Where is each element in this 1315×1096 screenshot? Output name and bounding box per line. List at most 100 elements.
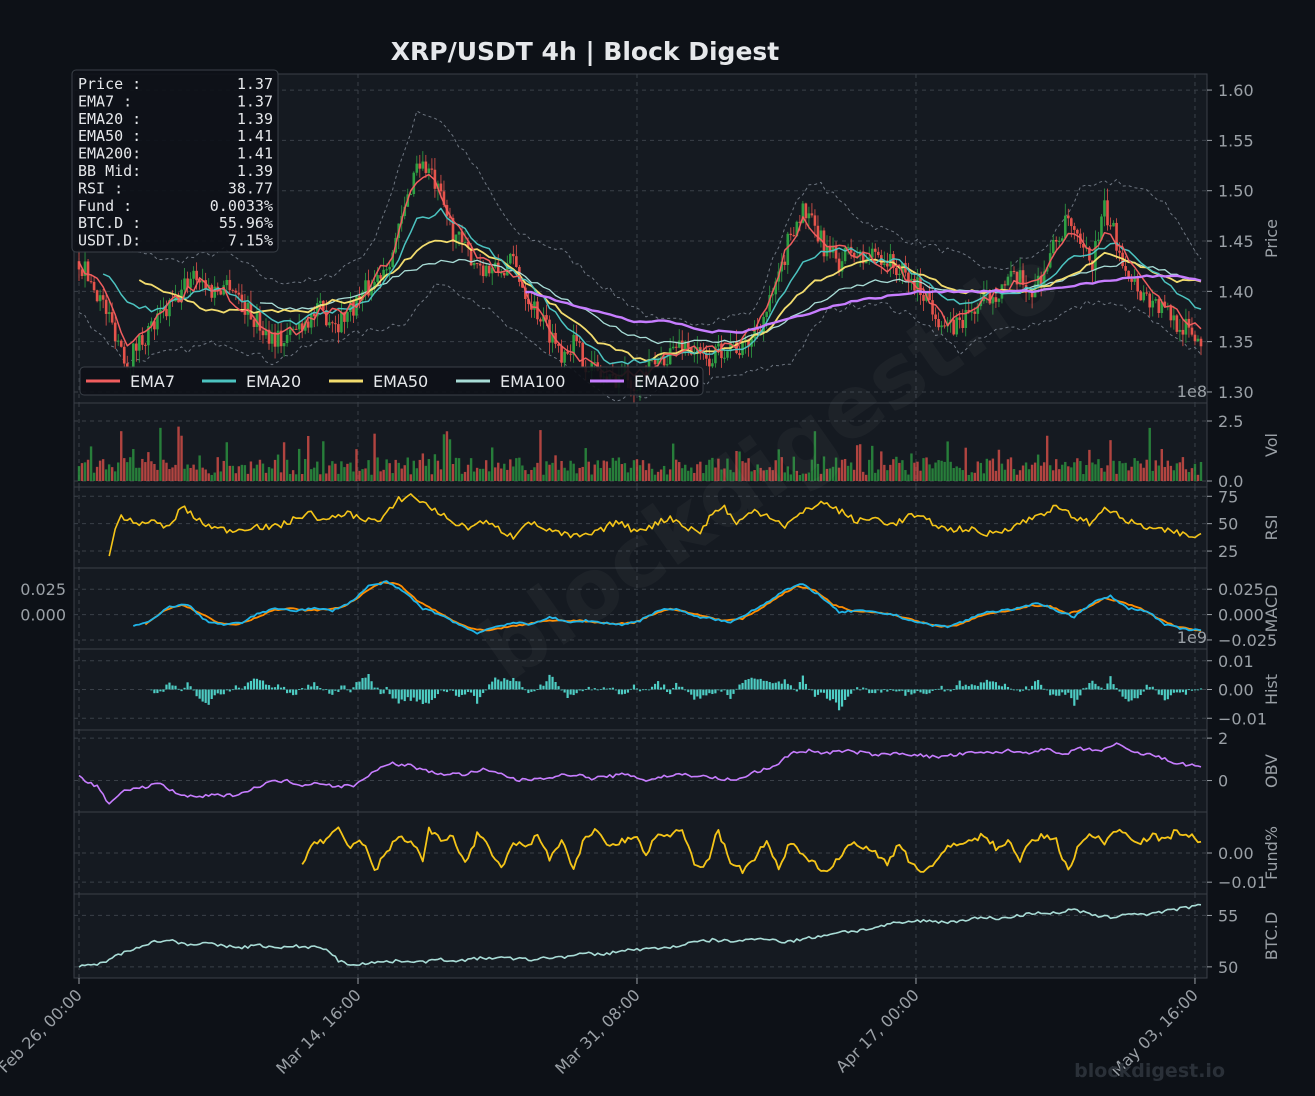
hist-bar xyxy=(1112,684,1115,690)
volume-bar xyxy=(123,458,126,481)
hist-bar xyxy=(270,687,274,690)
hist-bar xyxy=(726,689,729,696)
hist-bar xyxy=(626,689,630,693)
volume-bar xyxy=(1027,469,1031,481)
volume-bar xyxy=(1097,459,1100,481)
volume-bar xyxy=(1112,460,1115,481)
candle-body xyxy=(533,301,536,310)
volume-bar xyxy=(539,430,542,481)
candle-body xyxy=(1193,334,1197,342)
volume-bar xyxy=(255,464,259,481)
hist-bar xyxy=(792,688,795,690)
volume-bar xyxy=(258,459,262,481)
hist-bar xyxy=(494,677,497,690)
volume-bar xyxy=(153,463,156,481)
volume-bar xyxy=(1103,471,1106,481)
candle-body xyxy=(786,233,790,266)
volume-bar xyxy=(282,442,286,481)
info-box: Price : 1.37 EMA7 : 1.37 EMA20 : 1.39 EMA50 : 1… xyxy=(71,69,279,253)
volume-bar xyxy=(201,467,204,481)
volume-bar xyxy=(101,459,105,481)
volume-bar xyxy=(1106,465,1109,481)
hist-bar xyxy=(581,689,584,692)
hist-bar xyxy=(596,689,599,691)
volume-bar xyxy=(647,463,651,481)
hist-bar xyxy=(822,689,826,693)
volume-bar xyxy=(1045,435,1049,481)
hist-bar xyxy=(1169,689,1172,696)
hist-bar xyxy=(500,681,503,690)
volume-bar xyxy=(931,468,934,481)
hist-bar xyxy=(479,689,482,698)
y-tick-label: 1.40 xyxy=(1218,282,1254,301)
candle-body xyxy=(813,215,817,226)
hist-bar xyxy=(1073,689,1076,706)
volume-bar xyxy=(472,471,476,481)
info-row-label: RSI : xyxy=(78,179,123,197)
candle-body xyxy=(427,168,431,173)
volume-bar xyxy=(955,466,958,481)
hist-bar xyxy=(991,681,994,690)
candle-body xyxy=(135,343,138,351)
hist-bar xyxy=(361,678,364,690)
candle-body xyxy=(424,161,428,173)
hist-bar xyxy=(672,687,675,690)
volume-bar xyxy=(1181,457,1185,481)
volume-bar xyxy=(1115,473,1118,481)
candle-body xyxy=(92,281,96,291)
volume-bar xyxy=(1052,470,1055,481)
volume-bar xyxy=(270,468,274,481)
volume-bar xyxy=(129,457,132,481)
y-tick-label: 0.01 xyxy=(1218,652,1254,671)
hist-bar xyxy=(786,683,789,690)
candle-body xyxy=(1190,327,1194,335)
volume-bar xyxy=(406,457,409,481)
candle-body xyxy=(512,253,515,257)
hist-bar xyxy=(1154,689,1157,691)
hist-bar xyxy=(542,685,545,690)
hist-bar xyxy=(1151,686,1154,690)
volume-bar xyxy=(285,459,289,481)
volume-bar xyxy=(307,435,310,481)
hist-bar xyxy=(156,689,159,694)
volume-bar xyxy=(605,461,609,481)
volume-bar xyxy=(156,469,159,481)
hist-bar xyxy=(638,689,642,692)
volume-bar xyxy=(180,435,183,481)
hist-bar xyxy=(1034,681,1037,690)
volume-bar xyxy=(629,467,633,481)
volume-bar xyxy=(901,460,904,481)
candle-body xyxy=(1151,300,1155,308)
volume-bar xyxy=(135,467,138,481)
volume-bar xyxy=(442,434,446,481)
hist-bar xyxy=(379,689,382,695)
candle-body xyxy=(252,319,256,327)
volume-bar xyxy=(919,470,922,481)
candle-body xyxy=(1124,266,1127,271)
y-axis-label-macd: MACD xyxy=(1262,585,1281,633)
volume-bar xyxy=(1006,459,1010,481)
candle-body xyxy=(837,258,841,272)
volume-bar xyxy=(653,474,657,481)
volume-bar xyxy=(424,465,428,481)
hist-bar xyxy=(451,689,455,691)
candle-body xyxy=(189,278,192,288)
volume-bar xyxy=(1196,474,1200,481)
volume-bar xyxy=(1139,463,1142,481)
hist-bar xyxy=(644,689,648,691)
volume-bar xyxy=(991,458,995,481)
volume-bar xyxy=(319,474,322,481)
hist-bar xyxy=(783,679,786,690)
volume-bar xyxy=(113,471,117,481)
y-tick-label: 1.55 xyxy=(1218,131,1254,150)
volume-bar xyxy=(554,455,557,481)
candle-body xyxy=(328,322,331,326)
volume-bar xyxy=(86,459,90,481)
candle-body xyxy=(439,183,443,192)
info-row-label: BTC.D : xyxy=(78,214,141,232)
candle-body xyxy=(668,348,672,365)
volume-bar xyxy=(593,464,596,481)
hist-bar xyxy=(237,687,240,690)
volume-bar xyxy=(650,468,654,481)
volume-bar xyxy=(391,473,394,481)
